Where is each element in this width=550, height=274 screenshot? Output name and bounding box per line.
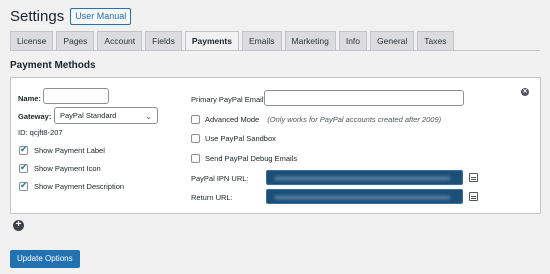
tab-emails[interactable]: Emails: [242, 31, 282, 50]
copy-icon[interactable]: [469, 192, 478, 201]
tab-taxes[interactable]: Taxes: [417, 31, 454, 50]
paypal-sandbox-label: Use PayPal Sandbox: [205, 134, 276, 143]
tab-fields[interactable]: Fields: [145, 31, 182, 50]
return-url-field[interactable]: [266, 189, 463, 204]
gateway-selected-value: PayPal Standard: [60, 111, 117, 120]
update-options-button[interactable]: Update Options: [10, 250, 80, 268]
tab-payments[interactable]: Payments: [184, 31, 239, 50]
primary-email-label: Primary PayPal Email*:: [191, 95, 269, 104]
advanced-mode-row: Advanced Mode (Only works for PayPal acc…: [205, 115, 441, 124]
advanced-mode-note: (Only works for PayPal accounts created …: [267, 115, 442, 124]
show-payment-label-text: Show Payment Label: [34, 146, 105, 155]
show-payment-label-checkbox[interactable]: [19, 144, 28, 155]
tab-marketing[interactable]: Marketing: [284, 31, 336, 50]
user-manual-button[interactable]: User Manual: [70, 7, 132, 25]
paypal-debug-checkbox[interactable]: [191, 154, 200, 163]
return-url-label: Return URL:: [191, 193, 233, 202]
tab-general[interactable]: General: [370, 31, 415, 50]
show-payment-icon-checkbox[interactable]: [19, 162, 28, 173]
show-payment-icon-text: Show Payment Icon: [34, 164, 101, 173]
chevron-down-icon: ⌄: [145, 112, 152, 121]
page-title: Settings: [10, 7, 65, 25]
advanced-mode-label: Advanced Mode: [205, 115, 260, 124]
show-payment-description-checkbox[interactable]: [19, 180, 28, 191]
show-payment-description-text: Show Payment Description: [34, 182, 125, 191]
advanced-mode-checkbox[interactable]: [191, 115, 200, 124]
tab-license[interactable]: License: [10, 31, 54, 50]
name-input[interactable]: [43, 88, 109, 104]
tab-info[interactable]: Info: [338, 31, 368, 50]
gateway-label: Gateway:: [18, 112, 52, 121]
close-icon[interactable]: ✕: [521, 88, 529, 96]
copy-icon[interactable]: [469, 173, 478, 182]
add-icon[interactable]: +: [13, 220, 24, 231]
name-label: Name:: [18, 94, 41, 103]
tab-pages[interactable]: Pages: [56, 31, 95, 50]
ipn-url-field[interactable]: [266, 170, 463, 185]
ipn-url-label: PayPal IPN URL:: [191, 174, 249, 183]
tabs-divider: [10, 50, 540, 51]
page-header: Settings User Manual: [10, 6, 132, 26]
primary-email-input[interactable]: [264, 90, 464, 106]
gateway-select[interactable]: PayPal Standard ⌄: [54, 107, 158, 124]
paypal-debug-label: Send PayPal Debug Emails: [205, 154, 298, 163]
gateway-id: ID: qcjft8-207: [18, 128, 63, 137]
settings-tabs: License Pages Account Fields Payments Em…: [10, 31, 454, 50]
paypal-sandbox-checkbox[interactable]: [191, 134, 200, 143]
tab-account[interactable]: Account: [97, 31, 143, 50]
section-title: Payment Methods: [10, 60, 96, 71]
